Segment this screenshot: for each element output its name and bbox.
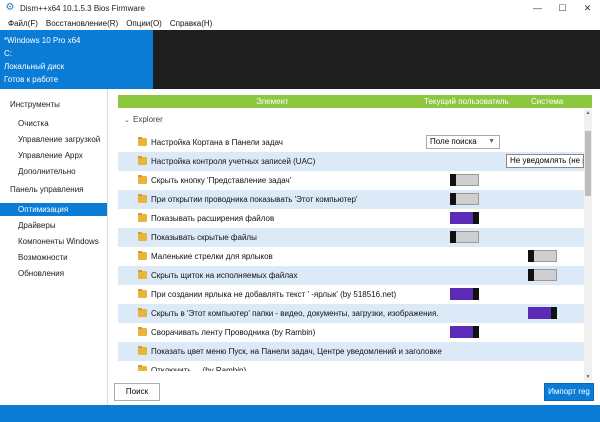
row-label: Скрыть в 'Этот компьютер' папки - видео,… bbox=[151, 309, 439, 318]
row-label: Скрыть щиток на исполняемых файлах bbox=[151, 271, 298, 280]
sidebar-item-optimization[interactable]: Оптимизация bbox=[0, 203, 107, 216]
scroll-up-icon[interactable]: ▲ bbox=[584, 109, 592, 117]
header-element: Элемент bbox=[256, 97, 289, 106]
header-current-user: Текущий пользователь bbox=[424, 97, 509, 106]
status-text: Готов к работе bbox=[4, 75, 59, 84]
title-bar: ⚙ Dism++x64 10.1.5.3 Bios Firmware — ☐ ✕ bbox=[0, 0, 600, 16]
table-row[interactable]: Показывать скрытые файлы bbox=[118, 228, 584, 247]
folder-icon bbox=[138, 251, 147, 260]
optimization-content: Элемент Текущий пользователь Система ⌄ E… bbox=[110, 89, 600, 405]
row-label: Настройка Кортана в Панели задач bbox=[151, 138, 283, 147]
menu-bar: Файл(F) Восстановление(R) Опции(O) Справ… bbox=[0, 16, 600, 30]
scroll-down-icon[interactable]: ▼ bbox=[584, 373, 592, 381]
minimize-icon[interactable]: — bbox=[525, 0, 550, 16]
menu-options[interactable]: Опции(O) bbox=[122, 19, 166, 28]
row-label: При открытии проводника показывать 'Этот… bbox=[151, 195, 358, 204]
user-toggle[interactable] bbox=[450, 174, 479, 186]
sidebar-item-appx[interactable]: Управление Appx bbox=[0, 149, 107, 162]
search-button[interactable]: Поиск bbox=[114, 383, 160, 401]
table-row[interactable]: Показывать расширения файлов bbox=[118, 209, 584, 228]
row-label: Показать цвет меню Пуск, на Панели задач… bbox=[151, 347, 442, 356]
folder-icon bbox=[138, 213, 147, 222]
row-label: Отключить ... (by Rambin) bbox=[151, 366, 247, 371]
system-toggle[interactable] bbox=[528, 269, 557, 281]
row-label: Настройка контроля учетных записей (UAC) bbox=[151, 157, 316, 166]
app-gear-icon: ⚙ bbox=[5, 2, 15, 13]
system-toggle[interactable] bbox=[528, 307, 557, 319]
table-row[interactable]: Скрыть кнопку 'Представление задач' bbox=[118, 171, 584, 190]
window-title: Dism++x64 10.1.5.3 Bios Firmware bbox=[20, 3, 145, 13]
table-row[interactable]: Сворачивать ленту Проводника (by Rambin) bbox=[118, 323, 584, 342]
table-row[interactable]: При создании ярлыка не добавлять текст '… bbox=[118, 285, 584, 304]
table-row[interactable]: Показать цвет меню Пуск, на Панели задач… bbox=[118, 342, 584, 361]
sidebar-item-advanced[interactable]: Дополнительно bbox=[0, 165, 107, 178]
row-label: Показывать скрытые файлы bbox=[151, 233, 257, 242]
menu-help[interactable]: Справка(H) bbox=[166, 19, 217, 28]
user-toggle[interactable] bbox=[450, 193, 479, 205]
row-label: Показывать расширения файлов bbox=[151, 214, 275, 223]
header-system: Система bbox=[531, 97, 564, 106]
sidebar-item-components[interactable]: Компоненты Windows bbox=[0, 235, 107, 248]
uac-select[interactable]: Не уведомлять (не р bbox=[506, 154, 584, 168]
table-row[interactable]: Маленькие стрелки для ярлыков bbox=[118, 247, 584, 266]
session-list-area bbox=[153, 30, 600, 89]
table-row[interactable]: При открытии проводника показывать 'Этот… bbox=[118, 190, 584, 209]
user-toggle[interactable] bbox=[450, 288, 479, 300]
chevron-down-icon: ▼ bbox=[488, 138, 495, 145]
folder-icon bbox=[138, 327, 147, 336]
user-toggle[interactable] bbox=[450, 326, 479, 338]
scroll-thumb[interactable] bbox=[585, 131, 591, 196]
menu-file[interactable]: Файл(F) bbox=[4, 19, 42, 28]
sidebar-section-control-panel: Панель управления bbox=[10, 185, 84, 194]
sidebar-item-features[interactable]: Возможности bbox=[0, 251, 107, 264]
menu-restore[interactable]: Восстановление(R) bbox=[42, 19, 122, 28]
table-row[interactable]: Скрыть щиток на исполняемых файлах bbox=[118, 266, 584, 285]
sidebar-section-tools: Инструменты bbox=[10, 100, 60, 109]
folder-icon bbox=[138, 194, 147, 203]
folder-icon bbox=[138, 137, 147, 146]
table-header: Элемент Текущий пользователь Система bbox=[118, 95, 592, 108]
status-bar bbox=[0, 405, 600, 422]
sidebar-item-updates[interactable]: Обновления bbox=[0, 267, 107, 280]
drive-letter: C: bbox=[4, 49, 12, 58]
folder-icon bbox=[138, 156, 147, 165]
close-icon[interactable]: ✕ bbox=[575, 0, 600, 16]
folder-icon bbox=[138, 308, 147, 317]
table-row[interactable]: Отключить ... (by Rambin) bbox=[118, 361, 584, 371]
sidebar-item-boot[interactable]: Управление загрузкой bbox=[0, 133, 107, 146]
folder-icon bbox=[138, 232, 147, 241]
chevron-down-icon[interactable]: ⌄ bbox=[124, 116, 130, 124]
row-label: Маленькие стрелки для ярлыков bbox=[151, 252, 273, 261]
folder-icon bbox=[138, 289, 147, 298]
table-row[interactable]: Скрыть в 'Этот компьютер' папки - видео,… bbox=[118, 304, 584, 323]
disk-type: Локальный диск bbox=[4, 62, 65, 71]
folder-icon bbox=[138, 365, 147, 371]
dropdown-value: Поле поиска bbox=[430, 137, 477, 146]
row-label: При создании ярлыка не добавлять текст '… bbox=[151, 290, 397, 299]
row-label: Сворачивать ленту Проводника (by Rambin) bbox=[151, 328, 316, 337]
cortana-select[interactable]: Поле поиска ▼ bbox=[426, 135, 500, 149]
folder-icon bbox=[138, 175, 147, 184]
table-row[interactable]: Настройка Кортана в Панели задач Поле по… bbox=[118, 133, 584, 152]
import-reg-button[interactable]: Импорт reg bbox=[544, 383, 594, 401]
table-row[interactable]: Настройка контроля учетных записей (UAC)… bbox=[118, 152, 584, 171]
folder-icon bbox=[138, 346, 147, 355]
sidebar-item-cleanup[interactable]: Очистка bbox=[0, 117, 107, 130]
session-info-panel[interactable]: *Windows 10 Pro x64 C: Локальный диск Го… bbox=[0, 30, 153, 89]
sidebar: Инструменты Очистка Управление загрузкой… bbox=[0, 89, 108, 405]
maximize-icon[interactable]: ☐ bbox=[550, 0, 575, 16]
os-name: *Windows 10 Pro x64 bbox=[4, 36, 81, 45]
group-explorer: Explorer bbox=[133, 115, 163, 124]
folder-icon bbox=[138, 270, 147, 279]
sidebar-item-drivers[interactable]: Драйверы bbox=[0, 219, 107, 232]
row-label: Скрыть кнопку 'Представление задач' bbox=[151, 176, 292, 185]
system-toggle[interactable] bbox=[528, 250, 557, 262]
user-toggle[interactable] bbox=[450, 231, 479, 243]
scrollbar[interactable]: ▲ ▼ bbox=[584, 109, 592, 381]
user-toggle[interactable] bbox=[450, 212, 479, 224]
